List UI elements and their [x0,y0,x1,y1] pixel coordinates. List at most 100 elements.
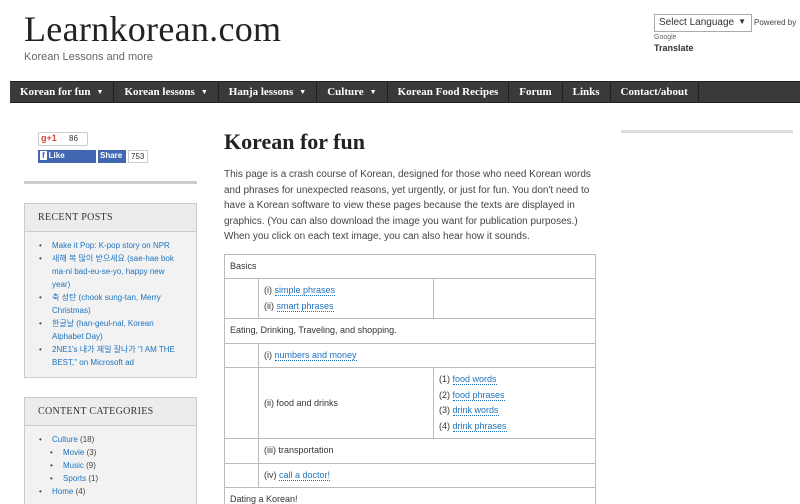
nav-item-label: Korean for fun [20,86,91,98]
numbers-and-money-link[interactable]: numbers and money [274,349,357,361]
food-phrases-link[interactable]: food phrases [452,389,505,401]
chevron-down-icon: ▼ [369,88,377,96]
facebook-like-label: Like [48,151,65,160]
nav-item-label: Korean Food Recipes [397,86,499,98]
language-select[interactable]: Select Language ▼ [654,14,752,32]
nav-item-links[interactable]: Links [563,82,611,102]
content-categories-widget: CONTENT CATEGORIES Culture (18) Movie (3… [24,397,197,504]
nav-item-contact-about[interactable]: Contact/about [611,82,699,102]
category-count: (4) [75,487,86,496]
nav-item-culture[interactable]: Culture ▼ [317,82,388,102]
category-item-music: Music (9) [39,459,182,472]
recent-post-link[interactable]: 한글날 (han-geul-nal, Korean Alphabet Day) [39,317,182,343]
simple-phrases-link[interactable]: simple phrases [274,285,336,297]
google-logo: Google [654,34,677,41]
category-link[interactable]: Culture [52,435,78,444]
category-count: (9) [86,461,96,470]
table-row: (iii) transportation [224,438,596,464]
nav-item-korean-lessons[interactable]: Korean lessons ▼ [114,82,219,102]
chevron-down-icon: ▼ [96,88,104,96]
intro-paragraph: This page is a crash course of Korean, d… [224,169,591,243]
chevron-down-icon: ▼ [738,17,746,26]
food-words-link[interactable]: food words [452,374,497,386]
site-tagline: Korean Lessons and more [24,51,154,63]
translate-link[interactable]: Translate [654,43,694,53]
nav-item-label: Links [572,86,600,98]
basics-links-cell: (i) simple phrases (ii) smart phrases [258,278,434,320]
category-item-home: Home (4) [39,485,182,498]
food-links-cell: (1) food words (2) food phrases (3) drin… [433,367,596,440]
category-link[interactable]: Sports [63,474,86,483]
language-select-label: Select Language [659,17,735,28]
categories-list: Culture (18) Movie (3) Music (9) Sports … [25,426,196,504]
right-sidebar-divider [621,130,793,133]
social-share-bar: g+1 86 f Like Share 753 [24,127,197,172]
main-navigation: Korean for fun ▼ Korean lessons ▼ Hanja le… [10,81,800,103]
google-plus-count: 86 [69,134,78,143]
chevron-down-icon: ▼ [299,88,307,96]
sidebar-divider [24,181,197,184]
nav-item-forum[interactable]: Forum [509,82,563,102]
indent-cell [224,278,259,320]
page-title: Korean for fun [224,129,365,154]
recent-post-link[interactable]: Make it Pop: K-pop story on NPR [39,239,182,252]
drink-phrases-link[interactable]: drink phrases [452,420,507,432]
facebook-share-label: Share [100,151,123,160]
category-item-culture: Culture (18) [39,433,182,446]
table-row: (ii) food and drinks (1) food words (2) … [224,367,596,440]
numbers-cell: (i) numbers and money [258,342,596,369]
facebook-like-button[interactable]: f Like [38,150,96,163]
category-link[interactable]: Movie [63,448,84,457]
nav-item-hanja-lessons[interactable]: Hanja lessons ▼ [219,82,318,102]
nav-item-label: Hanja lessons [228,86,294,98]
call-a-doctor-link[interactable]: call a doctor! [279,469,331,481]
table-row: Eating, Drinking, Traveling, and shoppin… [224,318,596,344]
recent-posts-title: RECENT POSTS [25,204,196,232]
food-drinks-label: (ii) food and drinks [258,367,434,440]
table-row: (i) numbers and money [224,342,596,369]
lessons-table: Basics (i) simple phrases (ii) smart phr… [224,253,596,504]
powered-by-label: Powered by [754,18,797,27]
main-content: Korean for fun This page is a crash cour… [224,127,596,504]
content-categories-title: CONTENT CATEGORIES [25,398,196,426]
category-count: (3) [86,448,97,457]
section-basics: Basics [224,253,596,280]
drink-words-link[interactable]: drink words [452,405,499,417]
recent-post-link[interactable]: 2NE1's 내가 제일 잘나가 "I AM THE BEST," on Mic… [39,343,182,369]
category-item-movie: Movie (3) [39,446,182,459]
nav-item-label: Contact/about [620,86,688,98]
transportation-label: (iii) transportation [258,438,596,464]
category-count: (1) [88,474,99,483]
indent-cell [224,462,259,489]
doctor-cell: (iv) call a doctor! [258,462,596,489]
category-count: (18) [80,435,95,444]
nav-item-label: Korean lessons [124,86,195,98]
table-row: (i) simple phrases (ii) smart phrases [224,278,596,320]
recent-post-link[interactable]: 새해 복 많이 받으세요 (sae-hae bok ma-ni bad-eu-s… [39,252,182,291]
nav-item-korean-for-fun[interactable]: Korean for fun ▼ [10,82,115,102]
facebook-icon: f [40,151,47,160]
empty-cell [433,278,596,320]
recent-posts-widget: RECENT POSTS Make it Pop: K-pop story on… [24,203,197,378]
category-link[interactable]: Music [63,461,84,470]
google-plus-button[interactable]: g+1 86 [38,132,88,146]
section-dating: Dating a Korean! [224,487,596,504]
table-row: (iv) call a doctor! [224,462,596,489]
section-eating: Eating, Drinking, Traveling, and shoppin… [224,318,596,344]
sidebar: g+1 86 fLike Share 753 RECENT POSTS Make… [24,127,197,504]
indent-cell [224,367,259,440]
recent-post-link[interactable]: 축 성탄 (chook sung-tan, Merry Christmas) [39,291,182,317]
facebook-share-count: 753 [128,150,148,163]
facebook-share-button[interactable]: Share [98,150,126,163]
google-plus-icon: g+1 [41,133,57,143]
recent-posts-list: Make it Pop: K-pop story on NPR 새해 복 많이 … [25,232,196,377]
smart-phrases-link[interactable]: smart phrases [276,300,334,312]
nav-item-label: Culture [327,86,364,98]
nav-item-label: Forum [519,86,552,98]
table-row: Basics [224,253,596,280]
category-link[interactable]: Home [52,487,73,496]
site-title[interactable]: Learnkorean.com [24,8,281,50]
nav-item-korean-food-recipes[interactable]: Korean Food Recipes [388,82,510,102]
table-row: Dating a Korean! [224,487,596,504]
category-item-sports: Sports (1) [39,472,182,485]
